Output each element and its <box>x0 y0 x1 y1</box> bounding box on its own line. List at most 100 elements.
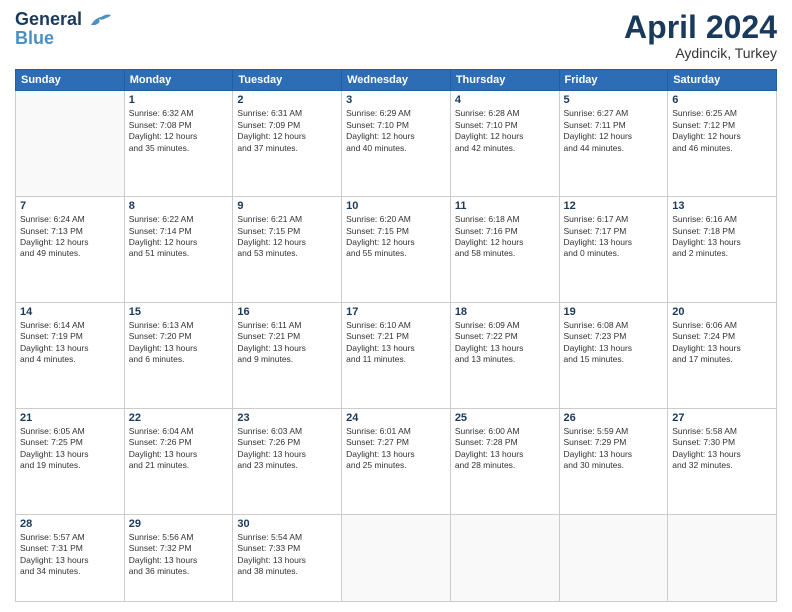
weekday-thursday: Thursday <box>450 70 559 91</box>
daylight-hours-label: Daylight: 12 hours <box>346 131 446 142</box>
weekday-monday: Monday <box>124 70 233 91</box>
day-number: 27 <box>672 412 772 424</box>
sunrise-text: Sunrise: 6:04 AM <box>129 426 229 437</box>
day-info: Sunrise: 6:25 AMSunset: 7:12 PMDaylight:… <box>672 108 772 154</box>
daylight-minutes-label: and 53 minutes. <box>237 248 337 259</box>
day-info: Sunrise: 6:32 AMSunset: 7:08 PMDaylight:… <box>129 108 229 154</box>
daylight-minutes-label: and 55 minutes. <box>346 248 446 259</box>
sunrise-text: Sunrise: 6:29 AM <box>346 108 446 119</box>
sunrise-text: Sunrise: 6:16 AM <box>672 214 772 225</box>
sunrise-text: Sunrise: 6:20 AM <box>346 214 446 225</box>
day-info: Sunrise: 6:08 AMSunset: 7:23 PMDaylight:… <box>564 320 664 366</box>
sunrise-text: Sunrise: 6:03 AM <box>237 426 337 437</box>
day-number: 20 <box>672 306 772 318</box>
day-number: 4 <box>455 94 555 106</box>
calendar-cell: 17Sunrise: 6:10 AMSunset: 7:21 PMDayligh… <box>342 302 451 408</box>
weekday-saturday: Saturday <box>668 70 777 91</box>
week-row-3: 14Sunrise: 6:14 AMSunset: 7:19 PMDayligh… <box>16 302 777 408</box>
day-info: Sunrise: 6:05 AMSunset: 7:25 PMDaylight:… <box>20 426 120 472</box>
calendar-table: SundayMondayTuesdayWednesdayThursdayFrid… <box>15 69 777 602</box>
day-number: 12 <box>564 200 664 212</box>
daylight-minutes-label: and 58 minutes. <box>455 248 555 259</box>
day-info: Sunrise: 6:04 AMSunset: 7:26 PMDaylight:… <box>129 426 229 472</box>
calendar-cell: 25Sunrise: 6:00 AMSunset: 7:28 PMDayligh… <box>450 408 559 514</box>
sunset-text: Sunset: 7:25 PM <box>20 437 120 448</box>
day-number: 23 <box>237 412 337 424</box>
day-info: Sunrise: 6:00 AMSunset: 7:28 PMDaylight:… <box>455 426 555 472</box>
calendar-cell: 14Sunrise: 6:14 AMSunset: 7:19 PMDayligh… <box>16 302 125 408</box>
sunset-text: Sunset: 7:27 PM <box>346 437 446 448</box>
daylight-minutes-label: and 4 minutes. <box>20 354 120 365</box>
daylight-hours-label: Daylight: 13 hours <box>129 343 229 354</box>
sunset-text: Sunset: 7:32 PM <box>129 543 229 554</box>
day-number: 11 <box>455 200 555 212</box>
day-info: Sunrise: 6:24 AMSunset: 7:13 PMDaylight:… <box>20 214 120 260</box>
day-info: Sunrise: 5:57 AMSunset: 7:31 PMDaylight:… <box>20 532 120 578</box>
sunrise-text: Sunrise: 6:10 AM <box>346 320 446 331</box>
daylight-hours-label: Daylight: 12 hours <box>237 131 337 142</box>
daylight-minutes-label: and 37 minutes. <box>237 143 337 154</box>
weekday-tuesday: Tuesday <box>233 70 342 91</box>
calendar-cell: 26Sunrise: 5:59 AMSunset: 7:29 PMDayligh… <box>559 408 668 514</box>
week-row-1: 1Sunrise: 6:32 AMSunset: 7:08 PMDaylight… <box>16 91 777 197</box>
calendar-cell: 23Sunrise: 6:03 AMSunset: 7:26 PMDayligh… <box>233 408 342 514</box>
sunset-text: Sunset: 7:10 PM <box>346 120 446 131</box>
day-info: Sunrise: 6:27 AMSunset: 7:11 PMDaylight:… <box>564 108 664 154</box>
daylight-hours-label: Daylight: 13 hours <box>346 343 446 354</box>
daylight-minutes-label: and 46 minutes. <box>672 143 772 154</box>
daylight-minutes-label: and 17 minutes. <box>672 354 772 365</box>
calendar-cell: 28 Sunrise: 5:57 AMSunset: 7:31 PMDayligh… <box>16 514 125 601</box>
daylight-minutes-label: and 2 minutes. <box>672 248 772 259</box>
sunrise-text: Sunrise: 6:11 AM <box>237 320 337 331</box>
day-number: 7 <box>20 200 120 212</box>
calendar-cell: 24Sunrise: 6:01 AMSunset: 7:27 PMDayligh… <box>342 408 451 514</box>
day-number: 16 <box>237 306 337 318</box>
daylight-minutes-label: and 30 minutes. <box>564 460 664 471</box>
daylight-hours-label: Daylight: 12 hours <box>237 237 337 248</box>
sunrise-text: Sunrise: 6:21 AM <box>237 214 337 225</box>
sunrise-text: Sunrise: 6:18 AM <box>455 214 555 225</box>
day-info: Sunrise: 6:18 AMSunset: 7:16 PMDaylight:… <box>455 214 555 260</box>
daylight-minutes-label: and 15 minutes. <box>564 354 664 365</box>
day-info: Sunrise: 5:59 AMSunset: 7:29 PMDaylight:… <box>564 426 664 472</box>
daylight-minutes-label: and 11 minutes. <box>346 354 446 365</box>
location-subtitle: Aydincik, Turkey <box>624 45 777 61</box>
sunrise-text: Sunrise: 5:58 AM <box>672 426 772 437</box>
day-info: Sunrise: 6:17 AMSunset: 7:17 PMDaylight:… <box>564 214 664 260</box>
sunset-text: Sunset: 7:18 PM <box>672 226 772 237</box>
sunrise-text: Sunrise: 5:59 AM <box>564 426 664 437</box>
daylight-hours-label: Daylight: 13 hours <box>237 449 337 460</box>
sunset-text: Sunset: 7:10 PM <box>455 120 555 131</box>
sunset-text: Sunset: 7:09 PM <box>237 120 337 131</box>
sunset-text: Sunset: 7:28 PM <box>455 437 555 448</box>
sunrise-text: Sunrise: 6:14 AM <box>20 320 120 331</box>
sunset-text: Sunset: 7:16 PM <box>455 226 555 237</box>
sunrise-text: Sunrise: 5:56 AM <box>129 532 229 543</box>
calendar-cell: 29Sunrise: 5:56 AMSunset: 7:32 PMDayligh… <box>124 514 233 601</box>
daylight-hours-label: Daylight: 13 hours <box>672 449 772 460</box>
day-info: Sunrise: 6:10 AMSunset: 7:21 PMDaylight:… <box>346 320 446 366</box>
daylight-minutes-label: and 23 minutes. <box>237 460 337 471</box>
calendar-cell: 4Sunrise: 6:28 AMSunset: 7:10 PMDaylight… <box>450 91 559 197</box>
logo-blue: Blue <box>15 28 54 49</box>
daylight-minutes-label: and 36 minutes. <box>129 566 229 577</box>
week-row-2: 7 Sunrise: 6:24 AMSunset: 7:13 PMDaylight… <box>16 197 777 303</box>
day-info: Sunrise: 6:31 AMSunset: 7:09 PMDaylight:… <box>237 108 337 154</box>
daylight-minutes-label: and 21 minutes. <box>129 460 229 471</box>
daylight-hours-label: Daylight: 12 hours <box>455 131 555 142</box>
day-number: 28 <box>20 518 120 530</box>
month-title: April 2024 <box>624 10 777 45</box>
sunset-text: Sunset: 7:15 PM <box>237 226 337 237</box>
daylight-minutes-label: and 0 minutes. <box>564 248 664 259</box>
day-info: Sunrise: 6:29 AMSunset: 7:10 PMDaylight:… <box>346 108 446 154</box>
daylight-minutes-label: and 42 minutes. <box>455 143 555 154</box>
day-number: 6 <box>672 94 772 106</box>
calendar-cell: 21Sunrise: 6:05 AMSunset: 7:25 PMDayligh… <box>16 408 125 514</box>
daylight-minutes-label: and 38 minutes. <box>237 566 337 577</box>
sunrise-text: Sunrise: 6:05 AM <box>20 426 120 437</box>
day-info: Sunrise: 6:22 AMSunset: 7:14 PMDaylight:… <box>129 214 229 260</box>
daylight-hours-label: Daylight: 13 hours <box>237 343 337 354</box>
sunrise-text: Sunrise: 6:22 AM <box>129 214 229 225</box>
sunrise-text: Sunrise: 6:24 AM <box>20 214 120 225</box>
calendar-cell <box>16 91 125 197</box>
